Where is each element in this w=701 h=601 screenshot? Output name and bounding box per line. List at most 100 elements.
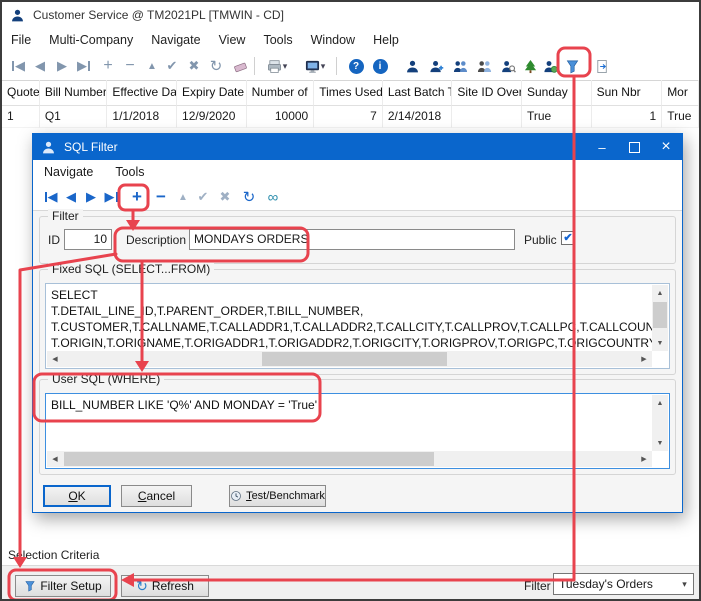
menu-item-help[interactable]: Help — [364, 33, 408, 47]
dialog-menu-tools[interactable]: Tools — [104, 165, 155, 179]
public-checkbox[interactable]: ✔ — [561, 231, 575, 245]
filter-setup-button[interactable]: Filter Setup — [15, 575, 111, 597]
grid-cell[interactable]: 1 — [592, 106, 663, 128]
grid-cell[interactable]: 12/9/2020 — [177, 106, 247, 128]
grid-row[interactable]: 1 Q1 1/1/2018 12/9/2020 10000 7 2/14/201… — [2, 106, 699, 128]
scroll-down-icon[interactable]: ▼ — [652, 335, 668, 351]
customer-button[interactable] — [402, 55, 422, 77]
scrollbar-thumb[interactable] — [653, 302, 667, 328]
cancel-button[interactable]: Cancel — [121, 485, 192, 507]
clear-button[interactable] — [230, 55, 250, 77]
refresh-button[interactable]: ↻ — [239, 186, 259, 208]
web-help-button[interactable]: ? — [346, 55, 366, 77]
test-benchmark-button[interactable]: Test/Benchmark — [229, 485, 326, 507]
description-field[interactable]: MONDAYS ORDERS — [189, 229, 515, 250]
scrollbar-thumb[interactable] — [262, 352, 447, 366]
screen-button[interactable]: ▾ — [300, 55, 330, 77]
grid-cell[interactable] — [452, 106, 522, 128]
column-header-last-batch[interactable]: Last Batch T — [383, 80, 453, 106]
nav-last-button[interactable]: ▶ — [74, 55, 94, 77]
scroll-down-icon[interactable]: ▼ — [652, 435, 668, 451]
maximize-button[interactable] — [618, 134, 650, 160]
scroll-left-icon[interactable]: ◀ — [47, 351, 63, 367]
grid-cell[interactable]: 1/1/2018 — [107, 106, 177, 128]
nav-next-button[interactable]: ▶ — [52, 55, 72, 77]
ok-button[interactable]: OK — [43, 485, 111, 507]
move-up-button[interactable]: ▲ — [142, 55, 162, 77]
grid-cell[interactable]: Q1 — [40, 106, 108, 128]
column-header-effective-date[interactable]: Effective Da — [107, 80, 177, 106]
nav-last-button[interactable]: ▶ — [101, 186, 121, 208]
menu-item-window[interactable]: Window — [302, 33, 364, 47]
link-button[interactable]: ∞ — [263, 186, 283, 208]
nav-first-button[interactable]: ◀ — [41, 186, 61, 208]
column-header-sun-nbr[interactable]: Sun Nbr — [592, 80, 663, 106]
vertical-scrollbar[interactable]: ▲ ▼ — [652, 395, 668, 451]
add-record-button[interactable]: + — [98, 55, 118, 77]
column-header-sunday[interactable]: Sunday — [522, 80, 592, 106]
menu-item-navigate[interactable]: Navigate — [142, 33, 209, 47]
print-button[interactable]: ▾ — [262, 55, 292, 77]
menu-item-view[interactable]: View — [210, 33, 255, 47]
minimize-button[interactable]: – — [586, 134, 618, 160]
menu-item-multi-company[interactable]: Multi-Company — [40, 33, 142, 47]
grid-cell[interactable]: 1 — [2, 106, 40, 128]
filter-button[interactable] — [562, 55, 582, 77]
find-customer-button[interactable] — [498, 55, 518, 77]
post-button[interactable]: ✔ — [162, 55, 182, 77]
nav-prev-button[interactable]: ◀ — [30, 55, 50, 77]
id-field[interactable]: 10 — [64, 229, 112, 250]
scroll-left-icon[interactable]: ◀ — [47, 451, 63, 467]
post-button[interactable]: ✔ — [193, 186, 213, 208]
tree-view-button[interactable] — [520, 55, 540, 77]
menu-item-tools[interactable]: Tools — [254, 33, 301, 47]
vertical-scrollbar[interactable]: ▲ ▼ — [652, 285, 668, 351]
filter-dropdown[interactable]: Tuesday's Orders ▾ — [553, 573, 694, 595]
add-customer-button[interactable] — [426, 55, 446, 77]
dialog-menu-navigate[interactable]: Navigate — [33, 165, 104, 179]
about-button[interactable]: i — [370, 55, 390, 77]
column-header-times-used[interactable]: Times Used — [314, 80, 383, 106]
column-header-number-of[interactable]: Number of — [247, 80, 315, 106]
grid-cell[interactable]: True — [522, 106, 592, 128]
nav-next-button[interactable]: ▶ — [81, 186, 101, 208]
horizontal-scrollbar[interactable]: ◀ ▶ — [47, 351, 652, 367]
contacts-button[interactable] — [450, 55, 470, 77]
grid-cell[interactable]: 2/14/2018 — [383, 106, 453, 128]
dialog-title-bar[interactable]: SQL Filter – × — [33, 134, 682, 160]
horizontal-scrollbar[interactable]: ◀ ▶ — [47, 451, 652, 467]
users-button[interactable] — [474, 55, 494, 77]
refresh-button[interactable]: ↻ — [206, 55, 226, 77]
export-button[interactable] — [592, 55, 612, 77]
menu-item-file[interactable]: File — [2, 33, 40, 47]
cancel-edit-button[interactable]: ✖ — [184, 55, 204, 77]
column-header-expiry-date[interactable]: Expiry Date — [177, 80, 247, 106]
close-button[interactable]: × — [650, 134, 682, 160]
refresh-grid-button[interactable]: ↻ Refresh — [121, 575, 209, 597]
scrollbar-thumb[interactable] — [64, 452, 434, 466]
column-header-site-id[interactable]: Site ID Over — [452, 80, 522, 106]
add-filter-button[interactable]: + — [127, 186, 147, 208]
web-user-button[interactable] — [540, 55, 560, 77]
scroll-right-icon[interactable]: ▶ — [636, 451, 652, 467]
test-benchmark-label: Test/Benchmark — [246, 490, 325, 502]
column-header-monday[interactable]: Mor — [662, 80, 699, 106]
grid-cell[interactable]: True — [662, 106, 699, 128]
filter-funnel-icon — [24, 580, 36, 592]
column-header-bill-number[interactable]: Bill Number — [40, 80, 108, 106]
nav-first-button[interactable]: ◀ — [8, 55, 28, 77]
fixed-sql-textarea[interactable]: SELECT T.DETAIL_LINE_ID,T.PARENT_ORDER,T… — [45, 283, 670, 369]
cancel-edit-button[interactable]: ✖ — [215, 186, 235, 208]
user-sql-textarea[interactable]: BILL_NUMBER LIKE 'Q%' AND MONDAY = 'True… — [45, 393, 670, 469]
grid-cell[interactable]: 7 — [314, 106, 383, 128]
delete-record-button[interactable]: − — [120, 55, 140, 77]
move-up-button[interactable]: ▲ — [173, 186, 193, 208]
scroll-up-icon[interactable]: ▲ — [652, 285, 668, 301]
nav-prev-button[interactable]: ◀ — [61, 186, 81, 208]
scroll-up-icon[interactable]: ▲ — [652, 395, 668, 411]
delete-filter-button[interactable]: − — [151, 186, 171, 208]
grid-cell[interactable]: 10000 — [247, 106, 315, 128]
link-icon: ∞ — [268, 189, 279, 206]
scroll-right-icon[interactable]: ▶ — [636, 351, 652, 367]
column-header-quote-num[interactable]: Quote Num — [2, 80, 40, 106]
